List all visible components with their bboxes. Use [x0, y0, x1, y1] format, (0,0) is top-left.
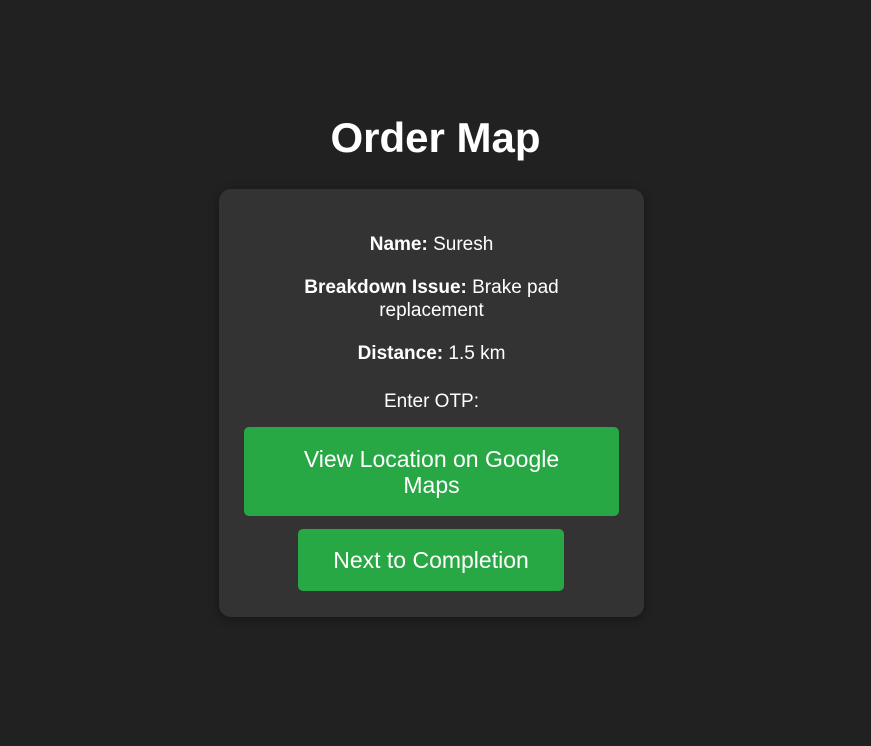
order-card: Name: Suresh Breakdown Issue: Brake pad … — [219, 189, 644, 617]
otp-label: Enter OTP: — [383, 391, 480, 412]
distance-value: 1.5 km — [448, 343, 506, 364]
view-location-button[interactable]: View Location on Google Maps — [244, 427, 619, 516]
page-title: Order Map — [330, 114, 541, 161]
name-label: Name: — [369, 234, 428, 255]
distance-label: Distance: — [357, 343, 444, 364]
customer-name-row: Name: Suresh — [279, 233, 584, 256]
breakdown-issue-row: Breakdown Issue: Brake pad replacement — [279, 276, 584, 322]
order-map-page: Order Map Name: Suresh Breakdown Issue: … — [0, 0, 871, 746]
name-value: Suresh — [433, 234, 494, 255]
next-to-completion-button[interactable]: Next to Completion — [298, 529, 564, 591]
distance-row: Distance: 1.5 km — [279, 342, 584, 365]
issue-label: Breakdown Issue: — [304, 277, 467, 298]
